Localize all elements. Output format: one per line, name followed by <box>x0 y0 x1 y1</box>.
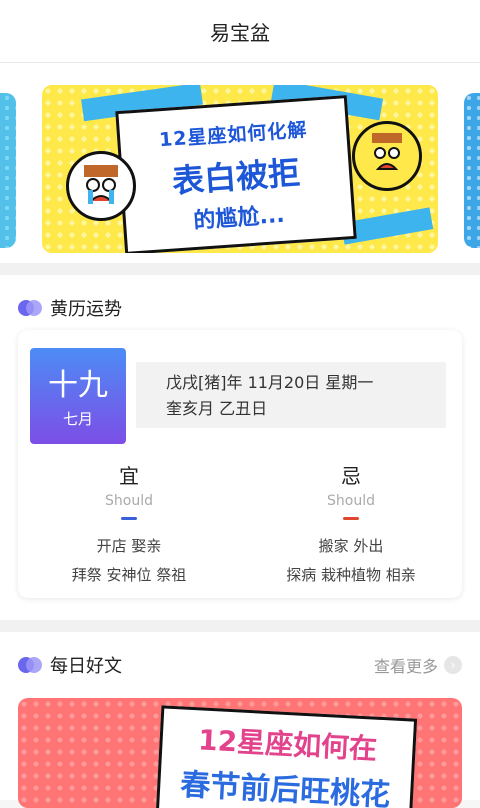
article-banner[interactable]: 12星座如何在 春节前后旺桃花 <box>18 698 462 808</box>
ji-items-row2: 探病 栽种植物 相亲 <box>286 566 416 584</box>
star-face-icon <box>352 121 422 191</box>
banner-next-slide[interactable] <box>464 93 480 248</box>
date-line-2: 奎亥月 乙丑日 <box>166 399 268 418</box>
lunar-date-badge: 十九 七月 <box>30 348 126 444</box>
banner-slide[interactable]: 12星座如何化解 表白被拒 的尴尬... <box>42 85 438 253</box>
dot-pair-icon <box>18 300 42 316</box>
ji-underline <box>343 517 359 520</box>
app-header: 易宝盆 <box>0 0 480 63</box>
dot-pair-icon <box>18 657 42 673</box>
almanac-title: 黄历运势 <box>50 299 122 320</box>
articles-title: 每日好文 <box>50 656 122 677</box>
see-more-label: 查看更多 <box>373 657 438 676</box>
ji-title: 忌 <box>341 464 361 488</box>
crying-face-icon <box>66 151 136 221</box>
almanac-header: 黄历运势 <box>18 295 122 321</box>
ji-subtitle: Should <box>327 493 375 509</box>
banner-prev-slide[interactable] <box>0 93 16 248</box>
yi-subtitle: Should <box>105 493 153 509</box>
yi-title: 宜 <box>119 464 139 488</box>
section-divider <box>0 620 480 632</box>
chevron-right-icon: › <box>444 656 462 674</box>
almanac-card[interactable]: 十九 七月 戊戌[猪]年 11月20日 星期一 奎亥月 乙丑日 宜 Should… <box>18 330 462 598</box>
yi-items-row1: 开店 娶亲 <box>96 537 162 555</box>
yi-underline <box>121 517 137 520</box>
date-info-box: 戊戌[猪]年 11月20日 星期一 奎亥月 乙丑日 <box>136 362 446 428</box>
lunar-day: 十九 <box>48 368 108 403</box>
date-line-1: 戊戌[猪]年 11月20日 星期一 <box>166 373 374 392</box>
banner-paper: 12星座如何化解 表白被拒 的尴尬... <box>115 95 357 253</box>
article-paper: 12星座如何在 春节前后旺桃花 <box>154 705 418 808</box>
yi-items-row2: 拜祭 安神位 祭祖 <box>71 566 187 584</box>
almanac-section: 黄历运势 十九 七月 戊戌[猪]年 11月20日 星期一 奎亥月 乙丑日 宜 S… <box>0 275 480 620</box>
app-title: 易宝盆 <box>210 20 270 45</box>
banner-carousel[interactable]: 12星座如何化解 表白被拒 的尴尬... <box>0 63 480 263</box>
daily-articles-section: 每日好文 查看更多 › 12星座如何在 春节前后旺桃花 <box>0 632 480 808</box>
ji-items-row1: 搬家 外出 <box>318 537 384 555</box>
lunar-month: 七月 <box>62 410 93 428</box>
articles-header: 每日好文 <box>18 652 122 678</box>
see-more-link[interactable]: 查看更多 › <box>374 653 462 677</box>
ji-column: 忌 Should 搬家 外出 探病 栽种植物 相亲 <box>240 460 462 590</box>
section-divider <box>0 263 480 275</box>
yi-column: 宜 Should 开店 娶亲 拜祭 安神位 祭祖 <box>18 460 240 590</box>
